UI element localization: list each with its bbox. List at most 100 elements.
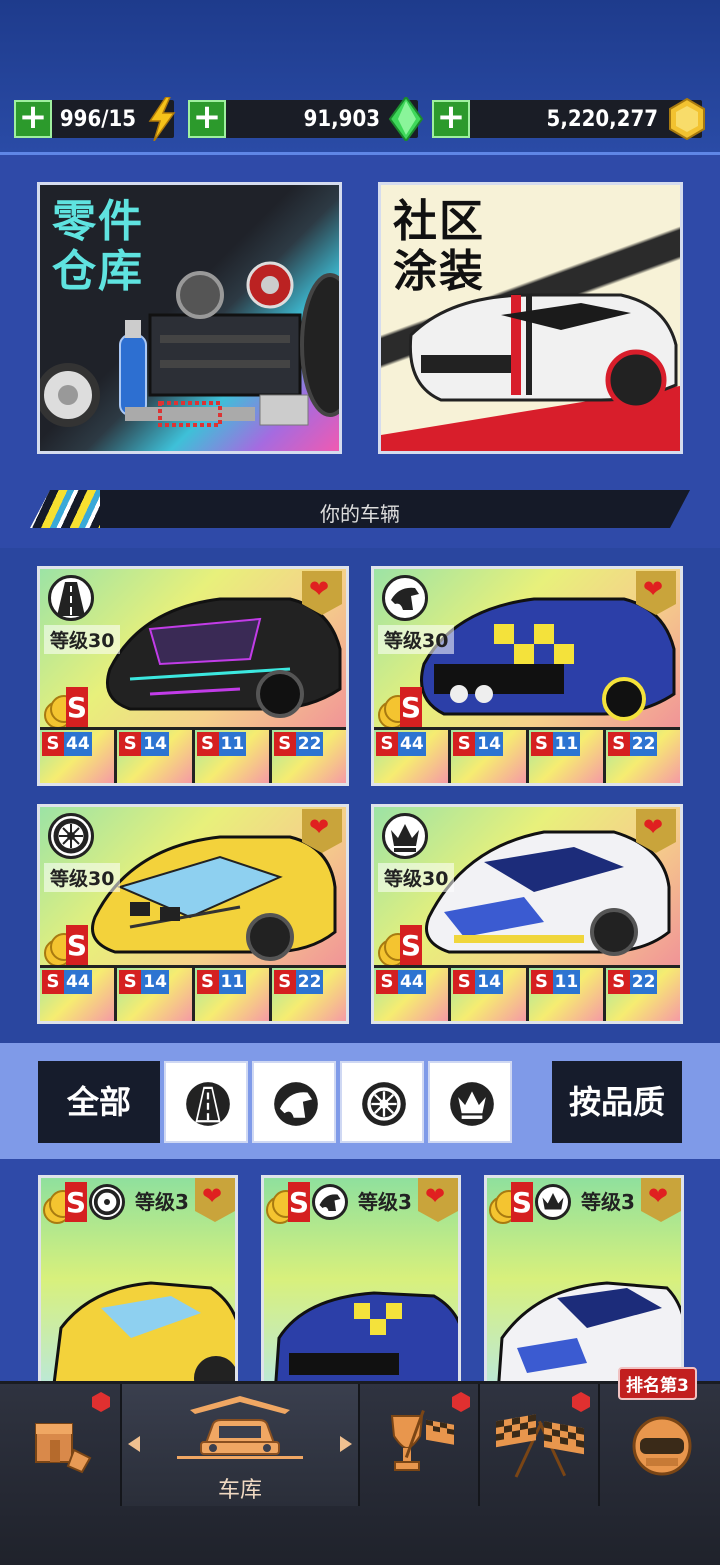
energy-value: 996/15	[59, 106, 136, 132]
horse-icon	[382, 575, 428, 621]
nav-events[interactable]	[360, 1384, 478, 1506]
top-bar: + 996/15 + 91,903 + 5,220,277	[0, 0, 720, 155]
part-slot: S 11	[528, 730, 603, 783]
part-slot: S 22	[271, 730, 346, 783]
nav-profile[interactable]	[600, 1384, 720, 1506]
svg-text:S: S	[289, 1186, 309, 1219]
horse-icon	[274, 1082, 318, 1126]
s-rank-icon: S	[44, 687, 88, 729]
rank-badge: 排名第3	[618, 1367, 697, 1400]
helmet-icon	[632, 1416, 692, 1476]
svg-text:S: S	[401, 691, 421, 724]
part-slot: S 44	[40, 730, 115, 783]
svg-text:S: S	[67, 929, 87, 962]
filter-offroad-button[interactable]	[340, 1061, 424, 1143]
car-level: 等级30	[44, 625, 121, 654]
lightning-icon	[148, 97, 176, 141]
part-slot: S 11	[194, 968, 269, 1021]
car-level: 等级3	[358, 1190, 412, 1214]
add-coins-button[interactable]: +	[432, 100, 470, 138]
part-slot: S 11	[528, 968, 603, 1021]
car-card[interactable]: 等级30 S S44 S14 S11 S22	[37, 804, 349, 1024]
car-parts: S 44 S 14 S 11 S 22	[40, 727, 346, 783]
svg-text:S: S	[66, 1186, 86, 1219]
svg-text:S: S	[401, 929, 421, 962]
part-slot: S 14	[451, 730, 526, 783]
car-parts: S 44 S 14 S 11 S 22	[40, 965, 346, 1021]
coins-counter: + 5,220,277	[432, 97, 705, 141]
coin-icon	[669, 97, 705, 141]
car-level: 等级30	[378, 625, 455, 654]
car-card[interactable]: 等级30 S S44 S14 S11 S22	[371, 804, 683, 1024]
s-rank-icon: S	[378, 687, 422, 729]
s-rank-icon: S	[44, 925, 88, 967]
car-card[interactable]: 等级30 S S44 S14 S11 S22	[37, 566, 349, 786]
car-list: S 等级3 S 等级3	[0, 1159, 720, 1381]
checkered-flags-icon	[496, 1414, 584, 1478]
car-level: 等级3	[135, 1190, 189, 1214]
coins-value: 5,220,277	[546, 106, 658, 132]
sort-by-quality-button[interactable]: 按品质	[552, 1061, 682, 1143]
road-icon	[48, 575, 94, 621]
part-slot: S 44	[374, 730, 449, 783]
shop-icon	[35, 1423, 92, 1474]
chevron-left-icon	[128, 1436, 140, 1452]
part-slot: S 44	[374, 968, 449, 1021]
crown-icon	[450, 1082, 494, 1126]
wheel-icon	[48, 813, 94, 859]
part-slot: S 22	[271, 968, 346, 1021]
add-energy-button[interactable]: +	[14, 100, 52, 138]
parts-warehouse-panel[interactable]: 零件 仓库	[37, 182, 342, 454]
road-icon	[186, 1082, 230, 1126]
energy-counter: + 996/15	[14, 97, 176, 141]
part-slot: S 22	[605, 968, 680, 1021]
parts-illustration	[40, 261, 339, 427]
horse-icon	[312, 1184, 348, 1220]
featured-cars: 等级30 S S44 S14 S11 S22	[0, 548, 720, 1043]
car-level: 等级30	[378, 863, 455, 892]
list-item[interactable]: S 等级3	[38, 1175, 238, 1381]
your-vehicles-header: 你的车辆	[30, 490, 690, 528]
list-item[interactable]: S 等级3	[261, 1175, 461, 1381]
community-livery-panel[interactable]: 社区 涂装	[378, 182, 683, 454]
part-slot: S 14	[117, 968, 192, 1021]
list-item[interactable]: S 等级3	[484, 1175, 684, 1381]
part-slot: S 22	[605, 730, 680, 783]
s-rank-icon: S	[43, 1182, 87, 1224]
filter-muscle-button[interactable]	[252, 1061, 336, 1143]
car-parts: S 44 S 14 S 11 S 22	[374, 965, 680, 1021]
trophy-flag-icon	[390, 1410, 454, 1471]
notification-dot	[92, 1392, 110, 1412]
car-level: 等级3	[581, 1190, 635, 1214]
bottom-nav: 车库	[0, 1381, 720, 1565]
chevron-right-icon	[340, 1436, 352, 1452]
livery-car-illustration	[381, 293, 680, 451]
filter-all-button[interactable]: 全部	[38, 1061, 160, 1143]
svg-text:S: S	[67, 691, 87, 724]
nav-shop[interactable]	[0, 1384, 120, 1506]
car-card[interactable]: 等级30 S S44 S14 S11 S22	[371, 566, 683, 786]
add-gems-button[interactable]: +	[188, 100, 226, 138]
car-parts: S 44 S 14 S 11 S 22	[374, 727, 680, 783]
crown-icon	[535, 1184, 571, 1220]
crown-icon	[382, 813, 428, 859]
s-rank-icon: S	[489, 1182, 533, 1224]
nav-race[interactable]	[480, 1384, 598, 1506]
wheel-icon	[89, 1184, 125, 1220]
garage-label: 车库	[217, 1478, 262, 1503]
gem-icon	[388, 97, 424, 141]
garage-underline	[177, 1456, 303, 1459]
part-slot: S 11	[194, 730, 269, 783]
your-vehicles-title: 你的车辆	[320, 502, 400, 526]
filter-hypercar-button[interactable]	[428, 1061, 512, 1143]
filter-road-button[interactable]	[164, 1061, 248, 1143]
filter-bar: 全部 按品质	[0, 1043, 720, 1159]
s-rank-icon: S	[266, 1182, 310, 1224]
gems-counter: + 91,903	[188, 97, 424, 141]
svg-text:S: S	[512, 1186, 532, 1219]
s-rank-icon: S	[378, 925, 422, 967]
car-level: 等级30	[44, 863, 121, 892]
wheel-icon	[362, 1082, 406, 1126]
part-slot: S 44	[40, 968, 115, 1021]
garage-icon	[190, 1396, 290, 1455]
